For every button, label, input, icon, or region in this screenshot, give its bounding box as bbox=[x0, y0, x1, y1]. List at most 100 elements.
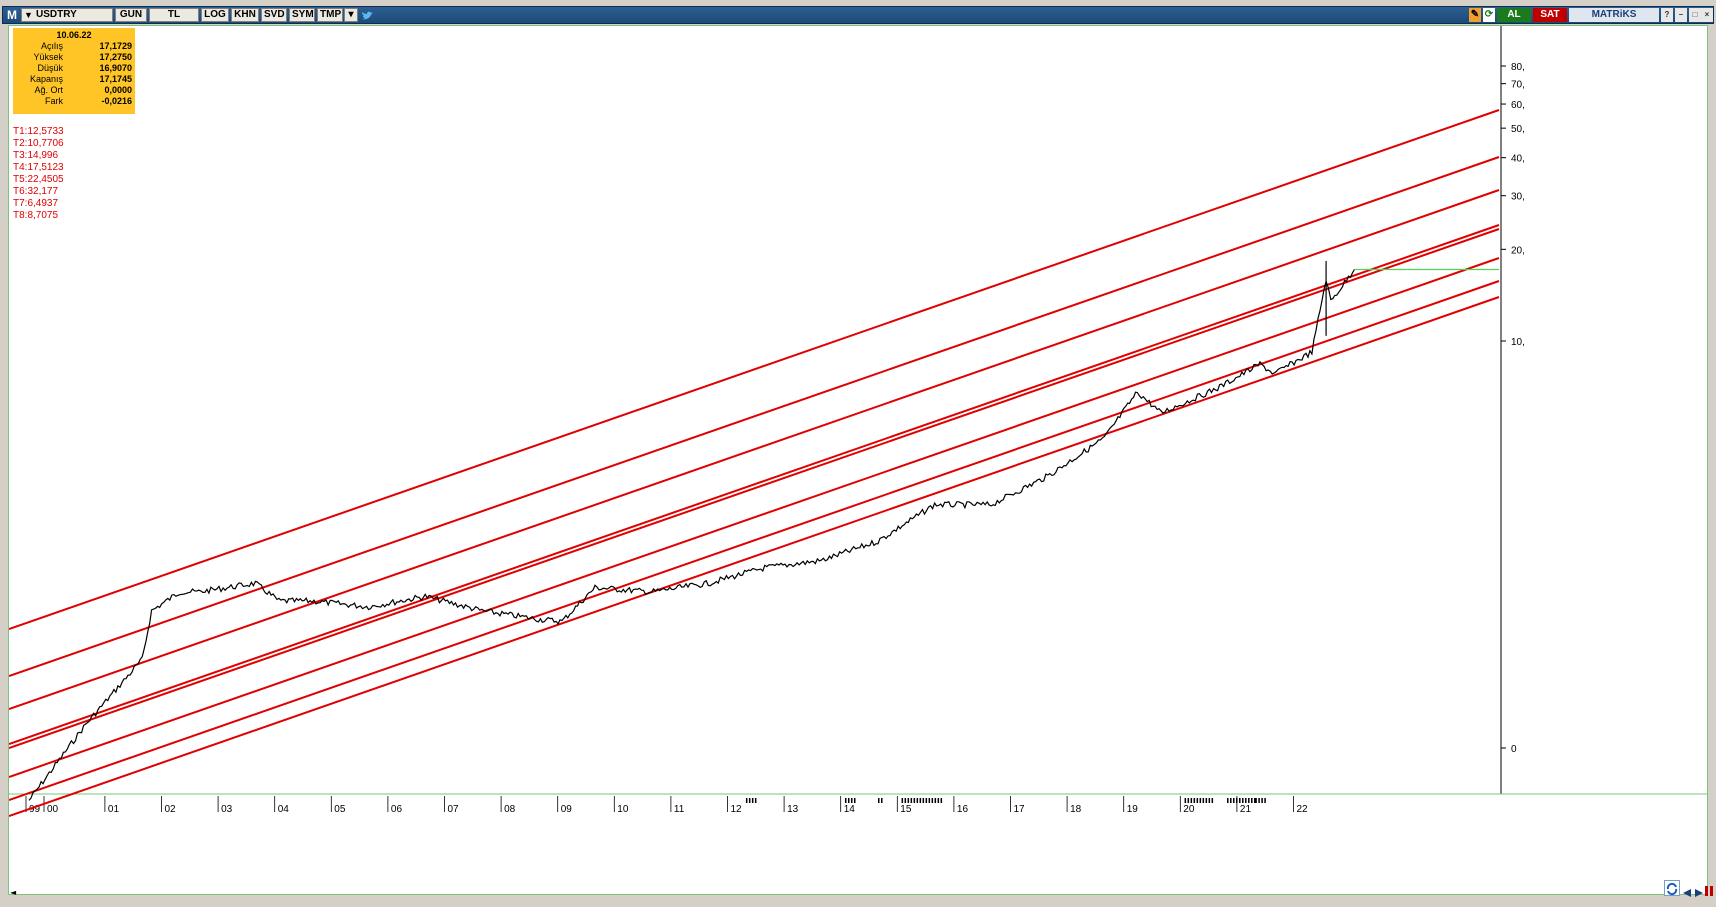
channel-line bbox=[9, 109, 1500, 630]
scroll-left-arrow[interactable]: ◄ bbox=[10, 888, 18, 897]
target-level: T3:14,996 bbox=[13, 150, 59, 161]
info-label: Ağ. Ort bbox=[34, 85, 63, 95]
event-marker bbox=[1184, 798, 1187, 803]
maximize-icon[interactable]: □ bbox=[1689, 8, 1701, 22]
pause-icon[interactable] bbox=[1704, 882, 1714, 901]
event-marker bbox=[919, 798, 922, 803]
log-button[interactable]: LOG bbox=[201, 8, 229, 22]
event-marker bbox=[931, 798, 934, 803]
y-tick-label: 20, bbox=[1511, 245, 1525, 256]
event-marker bbox=[916, 798, 919, 803]
channel-line bbox=[9, 296, 1500, 817]
sell-button[interactable]: SAT bbox=[1533, 8, 1567, 22]
event-marker bbox=[934, 798, 937, 803]
period-button[interactable]: GUN bbox=[115, 8, 147, 22]
channel-line bbox=[9, 156, 1500, 677]
help-icon[interactable]: ? bbox=[1661, 8, 1673, 22]
event-marker bbox=[940, 798, 943, 803]
info-label: Yüksek bbox=[33, 52, 63, 62]
y-tick-label: 0 bbox=[1511, 744, 1517, 755]
info-label: Fark bbox=[45, 96, 63, 106]
edit-icon[interactable]: ✎ bbox=[1469, 8, 1481, 22]
y-tick-label: 60, bbox=[1511, 100, 1525, 111]
x-tick-label: 15 bbox=[900, 804, 912, 815]
event-marker bbox=[1230, 798, 1232, 803]
chevron-down-icon: ▼ bbox=[24, 10, 33, 20]
info-row-low: Düşük 16,9070 bbox=[16, 63, 132, 74]
app-window: M ▼ USDTRY GUN TL LOG KHN SVD SYM TMP ▾ … bbox=[0, 0, 1716, 907]
target-level: T7:6,4937 bbox=[13, 198, 59, 209]
info-row-close: Kapanış 17,1745 bbox=[16, 74, 132, 85]
event-marker bbox=[853, 798, 856, 803]
channel-line bbox=[9, 189, 1500, 710]
info-value: 17,2750 bbox=[99, 52, 132, 62]
brand-label: MATRiKS bbox=[1569, 8, 1659, 22]
event-marker bbox=[1205, 798, 1208, 803]
info-value: -0,0216 bbox=[101, 96, 132, 106]
currency-button[interactable]: TL bbox=[149, 8, 199, 22]
event-marker bbox=[904, 798, 907, 803]
event-marker bbox=[1236, 798, 1238, 803]
target-level: T8:8,7075 bbox=[13, 210, 59, 221]
x-tick-label: 13 bbox=[787, 804, 799, 815]
event-marker bbox=[1187, 798, 1190, 803]
y-tick-label: 70, bbox=[1511, 80, 1525, 91]
target-levels-list: T1:12,5733 T2:10,7706 T3:14,996 T4:17,51… bbox=[13, 126, 64, 222]
x-tick-label: 17 bbox=[1014, 804, 1026, 815]
twitter-icon[interactable] bbox=[361, 8, 375, 22]
sym-button[interactable]: SYM bbox=[289, 8, 315, 22]
event-marker bbox=[1254, 798, 1256, 803]
buy-button[interactable]: AL bbox=[1497, 8, 1531, 22]
target-level: T5:22,4505 bbox=[13, 174, 64, 185]
event-marker bbox=[910, 798, 913, 803]
event-marker bbox=[1242, 798, 1244, 803]
event-marker bbox=[937, 798, 940, 803]
x-tick-label: 12 bbox=[731, 804, 743, 815]
refresh-icon[interactable]: ⟳ bbox=[1483, 8, 1495, 22]
play-icon[interactable] bbox=[1694, 883, 1704, 902]
x-tick-label: 19 bbox=[1127, 804, 1139, 815]
x-tick-label: 11 bbox=[674, 804, 685, 815]
x-tick-label: 04 bbox=[278, 804, 290, 815]
event-marker bbox=[850, 798, 853, 803]
y-tick-label: 10, bbox=[1511, 337, 1525, 348]
event-marker bbox=[1227, 798, 1229, 803]
info-row-open: Açılış 17,1729 bbox=[16, 41, 132, 52]
minimize-icon[interactable]: – bbox=[1675, 8, 1687, 22]
app-logo: M bbox=[7, 8, 17, 22]
y-tick-label: 50, bbox=[1511, 124, 1525, 135]
x-tick-label: 06 bbox=[391, 804, 403, 815]
event-marker bbox=[847, 798, 850, 803]
event-marker bbox=[925, 798, 928, 803]
svd-button[interactable]: SVD bbox=[261, 8, 287, 22]
event-marker bbox=[844, 798, 847, 803]
x-tick-label: 07 bbox=[448, 804, 460, 815]
event-marker bbox=[1199, 798, 1202, 803]
event-marker bbox=[907, 798, 910, 803]
event-marker bbox=[1208, 798, 1211, 803]
x-tick-label: 01 bbox=[108, 804, 120, 815]
close-icon[interactable]: × bbox=[1701, 8, 1713, 22]
chart-area[interactable]: 80, 70, 60, 50, 40, 30, 20, 10, 0 99 00 01 02 03 04 05 0… bbox=[8, 25, 1708, 895]
target-level: T4:17,5123 bbox=[13, 162, 64, 173]
symbol-selector[interactable]: ▼ USDTRY bbox=[21, 8, 113, 22]
x-tick-label: 08 bbox=[504, 804, 516, 815]
info-label: Düşük bbox=[37, 63, 63, 73]
info-value: 17,1729 bbox=[99, 41, 132, 51]
refresh-icon[interactable] bbox=[1664, 880, 1680, 896]
x-tick-label: 02 bbox=[165, 804, 177, 815]
khn-button[interactable]: KHN bbox=[231, 8, 259, 22]
event-marker bbox=[1245, 798, 1247, 803]
x-tick-label: 10 bbox=[617, 804, 629, 815]
info-row-diff: Fark -0,0216 bbox=[16, 96, 132, 107]
price-chart: 80,70,60,50,40,30,20,10,099 00 01 02 03 04 05 0… bbox=[9, 26, 1707, 817]
tmp-button[interactable]: TMP bbox=[317, 8, 343, 22]
x-tick-label: 22 bbox=[1297, 804, 1309, 815]
event-marker bbox=[1202, 798, 1205, 803]
symbol-label: USDTRY bbox=[36, 9, 77, 20]
x-tick-label: 21 bbox=[1240, 804, 1252, 815]
play-back-icon[interactable] bbox=[1682, 883, 1692, 902]
dropdown-arrow-icon[interactable]: ▾ bbox=[344, 8, 358, 22]
target-level: T2:10,7706 bbox=[13, 138, 64, 149]
x-tick-label: 16 bbox=[957, 804, 969, 815]
